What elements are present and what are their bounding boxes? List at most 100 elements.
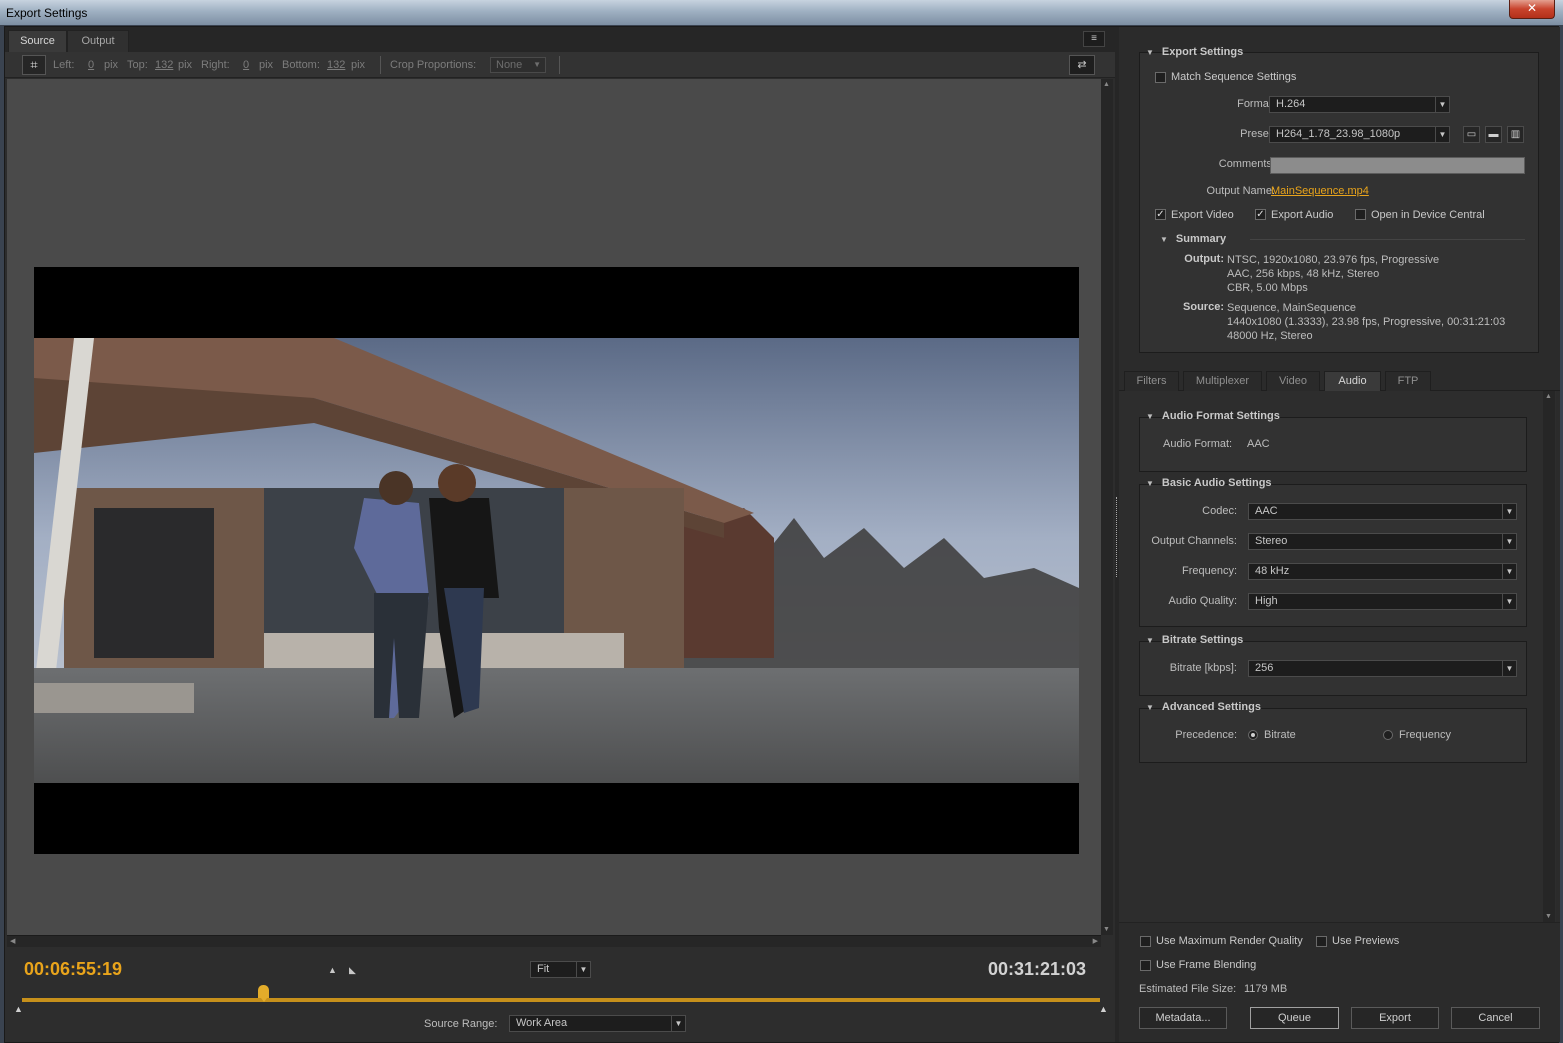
precedence-frequency-radio[interactable] xyxy=(1383,730,1393,740)
export-button[interactable]: Export xyxy=(1351,1007,1439,1029)
crop-left-label: Left: xyxy=(53,59,75,71)
audio-format-header[interactable]: ▼ Audio Format Settings xyxy=(1146,410,1280,422)
mark-in-icon[interactable]: ▲ xyxy=(328,965,337,975)
chevron-down-icon: ▼ xyxy=(533,60,541,69)
format-dropdown[interactable]: H.264 ▼ xyxy=(1269,96,1450,113)
in-point-marker-icon[interactable]: ▲ xyxy=(14,1004,23,1014)
device-central-checkbox[interactable] xyxy=(1355,209,1366,220)
bitrate-dropdown[interactable]: 256 ▼ xyxy=(1248,660,1517,677)
preview-vertical-scrollbar[interactable]: ▲ ▼ xyxy=(1101,79,1113,935)
summary-header[interactable]: ▼ Summary xyxy=(1160,233,1226,245)
scroll-up-icon[interactable]: ▲ xyxy=(1103,81,1110,88)
tab-output[interactable]: Output xyxy=(67,30,129,52)
crop-right-label: Right: xyxy=(201,59,230,71)
crop-proportions-dropdown[interactable]: None ▼ xyxy=(490,57,546,73)
chevron-down-icon: ▼ xyxy=(1502,534,1516,549)
crop-bottom-unit: pix xyxy=(351,59,366,71)
tab-filters[interactable]: Filters xyxy=(1124,371,1179,391)
source-output-switch-icon[interactable]: ⇄ xyxy=(1069,55,1095,75)
format-label: Format: xyxy=(1237,98,1275,110)
tab-audio[interactable]: Audio xyxy=(1324,371,1381,391)
summary-source-label: Source: xyxy=(1183,301,1224,313)
video-preview-area xyxy=(7,79,1101,935)
crop-top-label: Top: xyxy=(127,59,148,71)
output-channels-dropdown[interactable]: Stereo ▼ xyxy=(1248,533,1517,550)
crop-toolbar: ⌗ Left: 0 pix Top: 132 pix Right: 0 pix … xyxy=(5,52,1115,78)
use-previews-checkbox[interactable] xyxy=(1316,936,1327,947)
playhead-handle[interactable] xyxy=(258,985,270,1002)
crop-bottom-value[interactable]: 132 xyxy=(327,59,345,71)
summary-source-line: 48000 Hz, Stereo xyxy=(1227,330,1313,342)
export-audio-checkbox[interactable]: ✓ xyxy=(1255,209,1266,220)
import-preset-icon[interactable]: ▬ xyxy=(1485,126,1502,143)
bitrate-value: 256 xyxy=(1255,662,1274,674)
max-render-quality-checkbox[interactable] xyxy=(1140,936,1151,947)
zoom-level-dropdown[interactable]: Fit ▼ xyxy=(530,961,591,978)
frame-blending-checkbox[interactable] xyxy=(1140,960,1151,971)
queue-button[interactable]: Queue xyxy=(1250,1007,1339,1029)
export-video-checkbox[interactable]: ✓ xyxy=(1155,209,1166,220)
output-name-link[interactable]: MainSequence.mp4 xyxy=(1271,185,1369,197)
settings-vertical-scrollbar[interactable]: ▲ ▼ xyxy=(1543,391,1555,922)
tab-multiplexer[interactable]: Multiplexer xyxy=(1183,371,1262,391)
summary-source-line: Sequence, MainSequence xyxy=(1227,302,1357,314)
video-still-image xyxy=(34,338,1079,783)
mark-out-icon[interactable]: ◣ xyxy=(349,965,356,976)
preview-horizontal-scrollbar[interactable]: ◀ ▶ xyxy=(7,935,1101,947)
chevron-down-icon: ▼ xyxy=(1502,661,1516,676)
scroll-down-icon[interactable]: ▼ xyxy=(1545,913,1552,920)
collapse-triangle-icon: ▼ xyxy=(1146,412,1154,421)
basic-audio-header[interactable]: ▼ Basic Audio Settings xyxy=(1146,477,1272,489)
use-previews-label: Use Previews xyxy=(1332,935,1400,947)
zoom-level-value: Fit xyxy=(537,963,550,975)
scroll-right-icon[interactable]: ▶ xyxy=(1093,937,1098,945)
audio-format-value: AAC xyxy=(1247,438,1270,450)
save-preset-icon[interactable]: ▭ xyxy=(1463,126,1480,143)
codec-dropdown[interactable]: AAC ▼ xyxy=(1248,503,1517,520)
chevron-down-icon: ▼ xyxy=(1435,97,1449,112)
tab-ftp[interactable]: FTP xyxy=(1385,371,1431,391)
dialog-client-area: Source Output ≡ ⌗ Left: 0 pix Top: 132 p… xyxy=(4,26,1560,1043)
collapse-triangle-icon: ▼ xyxy=(1146,636,1154,645)
precedence-label: Precedence: xyxy=(1175,729,1237,741)
splitter-grip[interactable] xyxy=(1116,497,1118,577)
tab-source[interactable]: Source xyxy=(8,30,67,52)
bitrate-header[interactable]: ▼ Bitrate Settings xyxy=(1146,634,1243,646)
collapse-triangle-icon: ▼ xyxy=(1146,703,1154,712)
source-range-dropdown[interactable]: Work Area ▼ xyxy=(509,1015,686,1032)
metadata-button[interactable]: Metadata... xyxy=(1139,1007,1227,1029)
estimated-size-value: 1179 MB xyxy=(1244,983,1288,995)
preset-dropdown[interactable]: H264_1.78_23.98_1080p ▼ xyxy=(1269,126,1450,143)
current-timecode[interactable]: 00:06:55:19 xyxy=(24,959,122,980)
close-button[interactable]: ✕ xyxy=(1509,0,1555,19)
toolbar-divider xyxy=(380,56,381,74)
crop-left-value[interactable]: 0 xyxy=(88,59,94,71)
crop-tool-icon[interactable]: ⌗ xyxy=(22,55,46,75)
output-channels-value: Stereo xyxy=(1255,535,1288,547)
summary-output-line: CBR, 5.00 Mbps xyxy=(1227,282,1308,294)
comments-label: Comments: xyxy=(1218,158,1275,170)
precedence-frequency-label: Frequency xyxy=(1399,729,1451,741)
scroll-down-icon[interactable]: ▼ xyxy=(1103,926,1110,933)
source-panel: Source Output ≡ ⌗ Left: 0 pix Top: 132 p… xyxy=(5,27,1115,1042)
match-sequence-checkbox[interactable] xyxy=(1155,72,1166,83)
frequency-dropdown[interactable]: 48 kHz ▼ xyxy=(1248,563,1517,580)
crop-top-unit: pix xyxy=(178,59,193,71)
export-settings-header[interactable]: ▼ Export Settings xyxy=(1146,46,1243,58)
crop-top-value[interactable]: 132 xyxy=(155,59,173,71)
audio-quality-dropdown[interactable]: High ▼ xyxy=(1248,593,1517,610)
comments-field[interactable] xyxy=(1270,157,1525,174)
crop-left-unit: pix xyxy=(104,59,119,71)
precedence-bitrate-radio[interactable] xyxy=(1248,730,1258,740)
duration-timecode: 00:31:21:03 xyxy=(988,959,1087,979)
tab-video[interactable]: Video xyxy=(1266,371,1320,391)
advanced-header[interactable]: ▼ Advanced Settings xyxy=(1146,701,1261,713)
scroll-left-icon[interactable]: ◀ xyxy=(10,937,15,945)
panel-menu-icon[interactable]: ≡ xyxy=(1083,31,1105,47)
crop-right-value[interactable]: 0 xyxy=(243,59,249,71)
delete-preset-icon[interactable]: ▥ xyxy=(1507,126,1524,143)
scroll-up-icon[interactable]: ▲ xyxy=(1545,393,1552,400)
timeline-work-area-bar[interactable] xyxy=(22,998,1100,1002)
cancel-button[interactable]: Cancel xyxy=(1451,1007,1540,1029)
out-point-marker-icon[interactable]: ▲ xyxy=(1099,1004,1108,1014)
